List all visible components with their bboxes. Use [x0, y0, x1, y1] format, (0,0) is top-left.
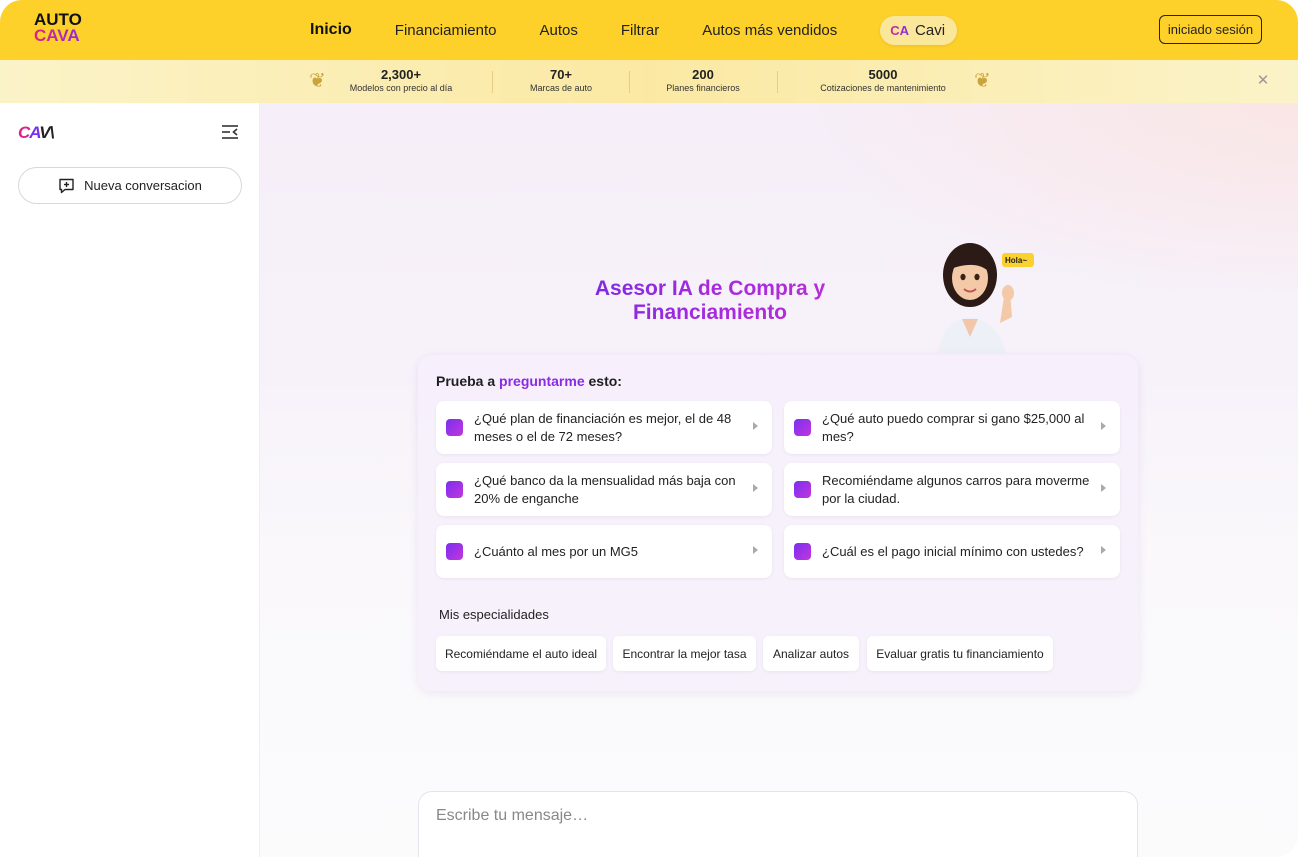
- stat-brands: 70+ Marcas de auto: [529, 67, 593, 93]
- chevron-right-icon: [1101, 422, 1106, 430]
- stats-banner: ❦ 2,300+ Modelos con precio al día 70+ M…: [0, 60, 1298, 103]
- stat-divider: [492, 71, 493, 93]
- message-composer: [418, 791, 1138, 857]
- suggested-question[interactable]: ¿Qué auto puedo comprar si gano $25,000 …: [784, 401, 1120, 454]
- message-input[interactable]: [436, 804, 1116, 828]
- close-banner-icon[interactable]: ✕: [1255, 73, 1271, 89]
- app-frame: AUTO CAVA Inicio Financiamiento Autos Fi…: [0, 0, 1298, 857]
- chevron-right-icon: [753, 546, 758, 554]
- laurel-left-icon: ❦: [309, 70, 326, 92]
- autocava-logo[interactable]: AUTO CAVA: [34, 11, 94, 48]
- stat-divider: [629, 71, 630, 93]
- nav-item-financiamiento[interactable]: Financiamiento: [395, 22, 497, 39]
- new-conversation-label: Nueva conversacion: [84, 178, 202, 193]
- suggested-question[interactable]: Recomiéndame algunos carros para moverme…: [784, 463, 1120, 516]
- suggestions-card: Prueba a preguntarme esto: ¿Qué plan de …: [418, 355, 1138, 691]
- nav-item-filtrar[interactable]: Filtrar: [621, 22, 659, 39]
- nav-item-cavi[interactable]: CA Cavi: [880, 15, 958, 45]
- new-conversation-button[interactable]: Nueva conversacion: [18, 167, 242, 204]
- cavi-logo-icon: CA: [890, 22, 910, 38]
- collapse-sidebar-icon[interactable]: [221, 124, 239, 140]
- nav-item-autos-mas-vendidos[interactable]: Autos más vendidos: [702, 22, 837, 39]
- top-navbar: AUTO CAVA Inicio Financiamiento Autos Fi…: [0, 0, 1298, 60]
- sparkle-icon: [794, 543, 811, 560]
- login-button[interactable]: iniciado sesión: [1159, 15, 1262, 44]
- nav-item-autos[interactable]: Autos: [540, 22, 578, 39]
- hola-bubble-text: Hola~: [1005, 256, 1027, 265]
- stat-models: 2,300+ Modelos con precio al día: [349, 67, 453, 93]
- chevron-right-icon: [1101, 546, 1106, 554]
- cavi-label: Cavi: [915, 21, 946, 39]
- specialty-chip[interactable]: Recomiéndame el auto ideal: [436, 636, 606, 671]
- stat-plans: 200 Planes financieros: [666, 67, 740, 93]
- suggested-question[interactable]: ¿Qué plan de financiación es mejor, el d…: [436, 401, 772, 454]
- sidebar: CAV\ Nueva conversacion: [0, 103, 260, 857]
- chevron-right-icon: [753, 484, 758, 492]
- nav-menu: Inicio Financiamiento Autos Filtrar Auto…: [310, 0, 958, 60]
- specialty-chip[interactable]: Analizar autos: [763, 636, 859, 671]
- background-glow: [798, 103, 1298, 303]
- chevron-right-icon: [753, 422, 758, 430]
- nav-item-inicio[interactable]: Inicio: [310, 21, 352, 39]
- suggested-question[interactable]: ¿Cuál es el pago inicial mínimo con uste…: [784, 525, 1120, 578]
- chevron-right-icon: [1101, 484, 1106, 492]
- sparkle-icon: [794, 481, 811, 498]
- assistant-avatar: Hola~: [938, 243, 1034, 353]
- stat-divider: [777, 71, 778, 93]
- sparkle-icon: [446, 419, 463, 436]
- new-chat-icon: [59, 178, 74, 193]
- sparkle-icon: [446, 543, 463, 560]
- stat-quotes: 5000 Cotizaciones de mantenimiento: [820, 67, 946, 93]
- chat-main: Asesor IA de Compra y Financiamiento Hol…: [260, 103, 1298, 857]
- sparkle-icon: [794, 419, 811, 436]
- page-title: Asesor IA de Compra y Financiamiento: [520, 277, 900, 325]
- specialties-title: Mis especialidades: [439, 607, 549, 622]
- specialty-chip[interactable]: Evaluar gratis tu financiamiento: [867, 636, 1053, 671]
- suggestions-title: Prueba a preguntarme esto:: [436, 373, 622, 389]
- suggested-question[interactable]: ¿Qué banco da la mensualidad más baja co…: [436, 463, 772, 516]
- specialty-chip[interactable]: Encontrar la mejor tasa: [613, 636, 756, 671]
- cavi-sidebar-logo: CAV\: [18, 123, 54, 142]
- sparkle-icon: [446, 481, 463, 498]
- laurel-right-icon: ❦: [974, 70, 991, 92]
- suggested-question[interactable]: ¿Cuánto al mes por un MG5: [436, 525, 772, 578]
